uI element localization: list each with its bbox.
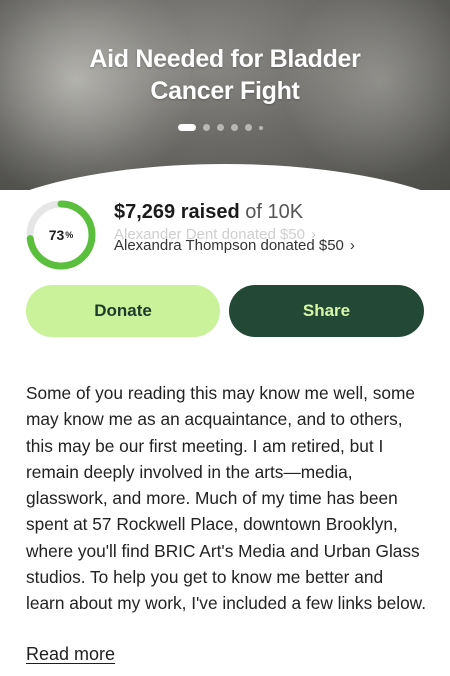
title-line-2: Cancer Fight: [150, 77, 300, 105]
carousel-dot-2[interactable]: [203, 124, 210, 131]
chevron-right-icon: ›: [349, 237, 355, 254]
carousel-dot-6[interactable]: [259, 125, 263, 130]
carousel-dot-1[interactable]: [178, 124, 196, 131]
donate-button[interactable]: Donate: [26, 285, 220, 337]
recent-donor-link[interactable]: Alexandra Thompson donated $50 ›: [114, 237, 355, 254]
raised-summary: $7,269 raised of 10K: [114, 201, 303, 224]
carousel-dot-4[interactable]: [231, 124, 238, 131]
share-button[interactable]: Share: [229, 285, 424, 337]
read-more-link[interactable]: Read more: [26, 644, 115, 665]
fundraiser-title: Aid Needed for Bladder Cancer Fight: [0, 43, 450, 107]
hero-curve-divider: [0, 164, 450, 190]
goal-amount: of 10K: [245, 201, 304, 223]
progress-percent-value: 73: [48, 227, 65, 243]
progress-percent: 73%: [25, 199, 97, 271]
title-line-1: Aid Needed for Bladder: [89, 45, 361, 73]
carousel-dots[interactable]: [178, 124, 263, 131]
story-fade-overlay: [0, 608, 450, 644]
carousel-dot-3[interactable]: [217, 124, 224, 131]
story-text: Some of you reading this may know me wel…: [26, 383, 426, 614]
carousel-dot-5[interactable]: [245, 124, 252, 131]
raised-amount: $7,269 raised: [114, 201, 240, 223]
recent-donor-text: Alexandra Thompson donated $50: [114, 237, 344, 254]
progress-percent-sign: %: [65, 230, 74, 240]
hero-image: Aid Needed for Bladder Cancer Fight: [0, 0, 450, 190]
